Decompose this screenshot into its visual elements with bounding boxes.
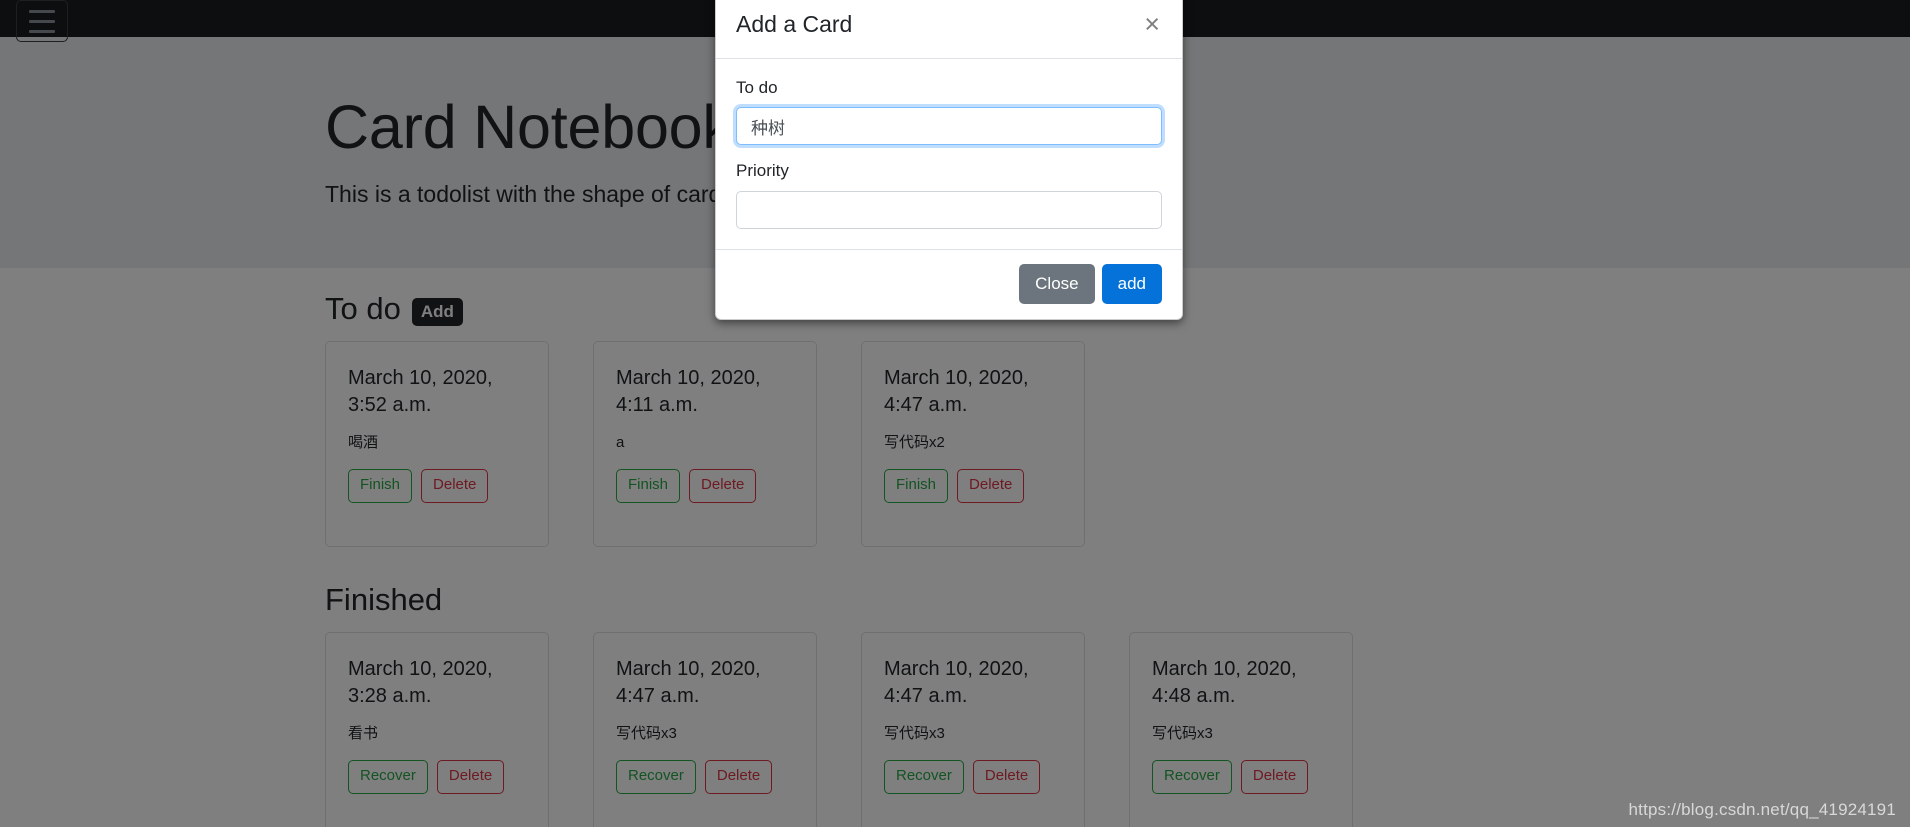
modal-footer: Close add — [716, 248, 1182, 320]
todo-field-label: To do — [736, 77, 778, 97]
form-group-priority: Priority — [736, 161, 1162, 229]
priority-field-label: Priority — [736, 161, 789, 181]
close-x-icon[interactable]: × — [1142, 11, 1162, 38]
modal-header: Add a Card × — [716, 0, 1182, 59]
submit-add-button[interactable]: add — [1101, 263, 1162, 305]
modal-title: Add a Card — [736, 11, 853, 37]
add-card-modal: Add a Card × To do Priority Close add — [715, 0, 1183, 321]
priority-input[interactable] — [736, 190, 1162, 229]
modal-body: To do Priority — [716, 59, 1182, 249]
watermark: https://blog.csdn.net/qq_41924191 — [1628, 800, 1896, 819]
form-group-todo: To do — [736, 77, 1162, 146]
close-button[interactable]: Close — [1019, 263, 1095, 305]
todo-input[interactable] — [736, 107, 1162, 146]
